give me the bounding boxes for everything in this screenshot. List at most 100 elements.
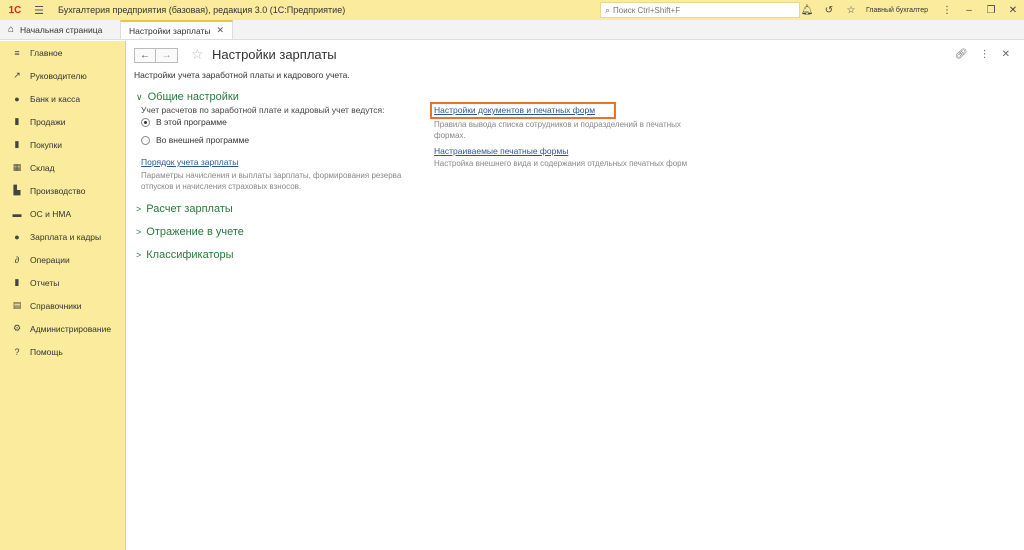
gear-icon: ⚙ <box>12 323 22 333</box>
link-icon[interactable]: 🔗︎ <box>955 49 968 60</box>
tab-home-label: Начальная страница <box>20 24 103 35</box>
tab-payroll-settings[interactable]: Настройки зарплаты ✕ <box>120 20 234 39</box>
sidebar-item-help[interactable]: ? Помощь <box>0 340 125 363</box>
custom-print-forms-desc: Настройка внешнего вида и содержания отд… <box>434 159 688 168</box>
back-button[interactable]: ← <box>134 48 156 63</box>
trend-icon: ↗ <box>13 70 21 80</box>
bar-chart-icon: ▮ <box>14 277 20 287</box>
section-payroll-calculation[interactable]: > Расчет зарплаты <box>136 203 233 215</box>
sidebar-item-payroll[interactable]: ● Зарплата и кадры <box>0 225 125 248</box>
minimize-icon[interactable]: – <box>958 0 980 20</box>
documents-print-forms-desc: Правила вывода списка сотрудников и подр… <box>434 120 681 140</box>
sidebar-item-production[interactable]: ▙ Производство <box>0 179 125 202</box>
sidebar-item-main[interactable]: ≡ Главное <box>0 41 125 64</box>
sidebar-item-label: Администрирование <box>30 323 112 334</box>
close-window-icon[interactable]: ✕ <box>1002 0 1024 20</box>
accounting-mode-label: Учет расчетов по заработной плате и кадр… <box>141 105 385 115</box>
sidebar-item-purchases[interactable]: ▮ Покупки <box>0 133 125 156</box>
sidebar-item-operations[interactable]: ∂ Операции <box>0 248 125 271</box>
factory-icon: ▙ <box>13 185 21 195</box>
close-tab-icon[interactable]: ✕ <box>217 25 225 36</box>
truck-icon: ▬ <box>12 208 22 219</box>
sidebar-item-manager[interactable]: ↗ Руководителю <box>0 64 125 87</box>
coin-icon: ● <box>14 93 20 104</box>
arrow-left-icon: ← <box>140 50 150 61</box>
sidebar-item-label: Производство <box>30 185 86 196</box>
warehouse-icon: ▦ <box>12 162 22 172</box>
sidebar-item-label: Операции <box>30 254 70 265</box>
section-classifiers[interactable]: > Классификаторы <box>136 249 234 261</box>
bag-icon: ▮ <box>14 116 20 126</box>
sidebar-item-label: Помощь <box>30 346 63 357</box>
app-logo: 1С <box>8 4 22 16</box>
form-controls: 🔗︎ ⋮ ✕ <box>955 49 1010 60</box>
chevron-right-icon: > <box>136 227 142 237</box>
sidebar-item-label: Покупки <box>30 139 62 150</box>
search-box[interactable]: ⌕ <box>600 2 800 18</box>
sidebar-item-label: Справочники <box>30 300 82 311</box>
tab-payroll-settings-label: Настройки зарплаты <box>129 25 211 36</box>
history-icon[interactable]: ↺ <box>818 0 840 20</box>
sidebar-item-admin[interactable]: ⚙ Администрирование <box>0 317 125 340</box>
cart-icon: ▮ <box>14 139 20 149</box>
sidebar: ≡ Главное ↗ Руководителю ● Банк и касса ▮ Пр… <box>0 41 126 550</box>
section-label: Отражение в учете <box>146 226 244 238</box>
search-input[interactable] <box>613 5 794 15</box>
main-content: ← → ☆ Настройки зарплаты 🔗︎ ⋮ ✕ Настройк… <box>127 41 1024 550</box>
page-title: Настройки зарплаты <box>212 47 337 62</box>
bell-icon[interactable]: 🔔︎ <box>796 0 818 20</box>
sidebar-item-label: Склад <box>30 162 55 173</box>
more-icon[interactable]: ⋮ <box>936 0 958 20</box>
person-icon: ● <box>14 231 20 242</box>
custom-print-forms-link[interactable]: Настраиваемые печатные формы <box>434 146 568 156</box>
help-icon: ? <box>14 346 20 357</box>
sidebar-item-label: Главное <box>30 47 63 58</box>
payroll-accounting-order-desc: Параметры начисления и выплаты зарплаты,… <box>141 171 402 191</box>
app-title: Бухгалтерия предприятия (базовая), редак… <box>58 5 346 15</box>
section-accounting-reflection[interactable]: > Отражение в учете <box>136 226 244 238</box>
section-label: Расчет зарплаты <box>146 203 233 215</box>
section-label: Общие настройки <box>147 91 239 103</box>
sidebar-item-bank[interactable]: ● Банк и касса <box>0 87 125 110</box>
close-form-icon[interactable]: ✕ <box>1002 49 1010 60</box>
radio-button[interactable] <box>141 135 150 145</box>
favorites-icon[interactable]: ☆ <box>840 0 862 20</box>
book-icon: ▤ <box>12 300 22 310</box>
sidebar-item-label: Зарплата и кадры <box>30 231 102 242</box>
radio-label: Во внешней программе <box>156 135 250 145</box>
restore-icon[interactable]: ❐ <box>980 0 1002 20</box>
sidebar-item-assets[interactable]: ▬ ОС и НМА <box>0 202 125 225</box>
radio-button-checked[interactable] <box>141 117 150 127</box>
documents-print-forms-link[interactable]: Настройки документов и печатных форм <box>434 105 595 115</box>
sidebar-item-warehouse[interactable]: ▦ Склад <box>0 156 125 179</box>
home-icon: ⌂ <box>8 24 15 35</box>
sidebar-item-label: Отчеты <box>30 277 60 288</box>
sidebar-item-reports[interactable]: ▮ Отчеты <box>0 271 125 294</box>
radio-external-program[interactable]: Во внешней программе <box>141 135 249 145</box>
section-general-settings[interactable]: ∨ Общие настройки <box>136 91 239 103</box>
operations-icon: ∂ <box>14 254 20 265</box>
nav-buttons: ← → <box>134 48 178 63</box>
menu-lines-icon: ≡ <box>14 47 20 58</box>
sidebar-item-directories[interactable]: ▤ Справочники <box>0 294 125 317</box>
section-label: Классификаторы <box>146 249 234 261</box>
sidebar-item-label: Продажи <box>30 116 66 127</box>
page-subtitle: Настройки учета заработной платы и кадро… <box>134 70 350 80</box>
radio-in-program[interactable]: В этой программе <box>141 117 227 127</box>
title-bar: 1С ☰ Бухгалтерия предприятия (базовая), … <box>0 0 1024 20</box>
sidebar-item-label: Руководителю <box>30 70 87 81</box>
arrow-right-icon: → <box>161 50 172 61</box>
sidebar-item-label: ОС и НМА <box>30 208 72 219</box>
favorite-star-icon[interactable]: ☆ <box>191 46 204 63</box>
main-menu-icon[interactable]: ☰ <box>30 0 48 20</box>
tab-home[interactable]: ⌂ Начальная страница <box>0 20 120 39</box>
open-windows-bar: ⌂ Начальная страница Настройки зарплаты … <box>0 20 1024 40</box>
more-actions-icon[interactable]: ⋮ <box>980 49 990 60</box>
chevron-down-icon: ∨ <box>136 91 143 102</box>
sidebar-item-sales[interactable]: ▮ Продажи <box>0 110 125 133</box>
chevron-right-icon: > <box>136 204 142 214</box>
current-user[interactable]: Главный бухгалтер <box>866 7 928 14</box>
chevron-right-icon: > <box>136 250 142 260</box>
payroll-accounting-order-link[interactable]: Порядок учета зарплаты <box>141 157 238 167</box>
forward-button[interactable]: → <box>156 48 178 63</box>
